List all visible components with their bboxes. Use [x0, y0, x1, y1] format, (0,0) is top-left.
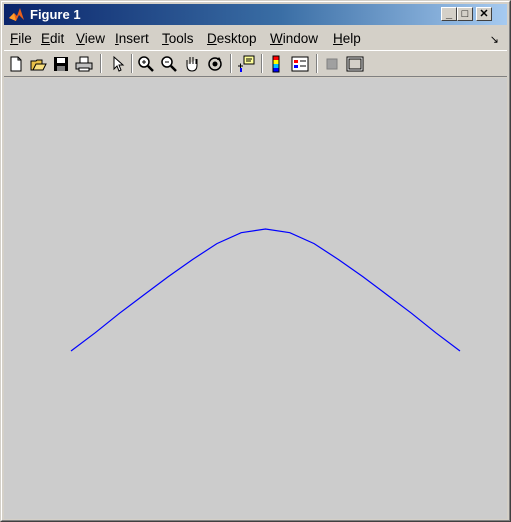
- pan-hand-icon[interactable]: [182, 54, 202, 74]
- figure-toolbar: [4, 50, 507, 77]
- title-bar[interactable]: Figure 1 _ □ ✕: [4, 4, 507, 25]
- print-icon[interactable]: [74, 54, 94, 74]
- window-title: Figure 1: [30, 7, 81, 22]
- open-file-icon[interactable]: [28, 54, 48, 74]
- close-icon: ✕: [479, 8, 489, 20]
- menu-help[interactable]: Help: [333, 31, 361, 46]
- rotate-3d-icon[interactable]: [205, 54, 225, 74]
- hide-plot-tools-icon[interactable]: [322, 54, 342, 74]
- zoom-out-icon[interactable]: [159, 54, 179, 74]
- menu-bar: File Edit View Insert Tools Desktop Wind…: [4, 29, 507, 49]
- maximize-icon: □: [461, 8, 469, 20]
- toolbar-separator: [261, 54, 263, 73]
- menu-file[interactable]: File: [10, 31, 32, 46]
- menu-tools[interactable]: Tools: [162, 31, 194, 46]
- toolbar-separator: [230, 54, 232, 73]
- data-cursor-icon[interactable]: [236, 54, 256, 74]
- minimize-button[interactable]: _: [441, 7, 457, 21]
- colorbar-icon[interactable]: [267, 54, 287, 74]
- minimize-icon: _: [445, 8, 453, 20]
- figure-window: Figure 1 _ □ ✕ File Edit View Insert Too…: [0, 0, 511, 522]
- edit-plot-arrow-icon[interactable]: [107, 54, 127, 74]
- save-icon[interactable]: [51, 54, 71, 74]
- legend-icon[interactable]: [290, 54, 310, 74]
- menu-desktop[interactable]: Desktop: [207, 31, 257, 46]
- toolbar-separator: [316, 54, 318, 73]
- figure-canvas[interactable]: [4, 78, 507, 519]
- toolbar-separator: [131, 54, 133, 73]
- menu-insert[interactable]: Insert: [115, 31, 149, 46]
- show-plot-tools-icon[interactable]: [345, 54, 365, 74]
- series-line: [70, 228, 461, 352]
- zoom-in-icon[interactable]: [136, 54, 156, 74]
- dock-arrow-icon[interactable]: ↘: [490, 33, 499, 46]
- matlab-logo-icon: [9, 8, 24, 21]
- maximize-button[interactable]: □: [457, 7, 473, 21]
- new-figure-icon[interactable]: [6, 54, 26, 74]
- close-button[interactable]: ✕: [476, 7, 492, 21]
- menu-window[interactable]: Window: [270, 31, 318, 46]
- menu-view[interactable]: View: [76, 31, 105, 46]
- plot-svg: [70, 228, 461, 352]
- menu-edit[interactable]: Edit: [41, 31, 64, 46]
- toolbar-separator: [100, 54, 102, 73]
